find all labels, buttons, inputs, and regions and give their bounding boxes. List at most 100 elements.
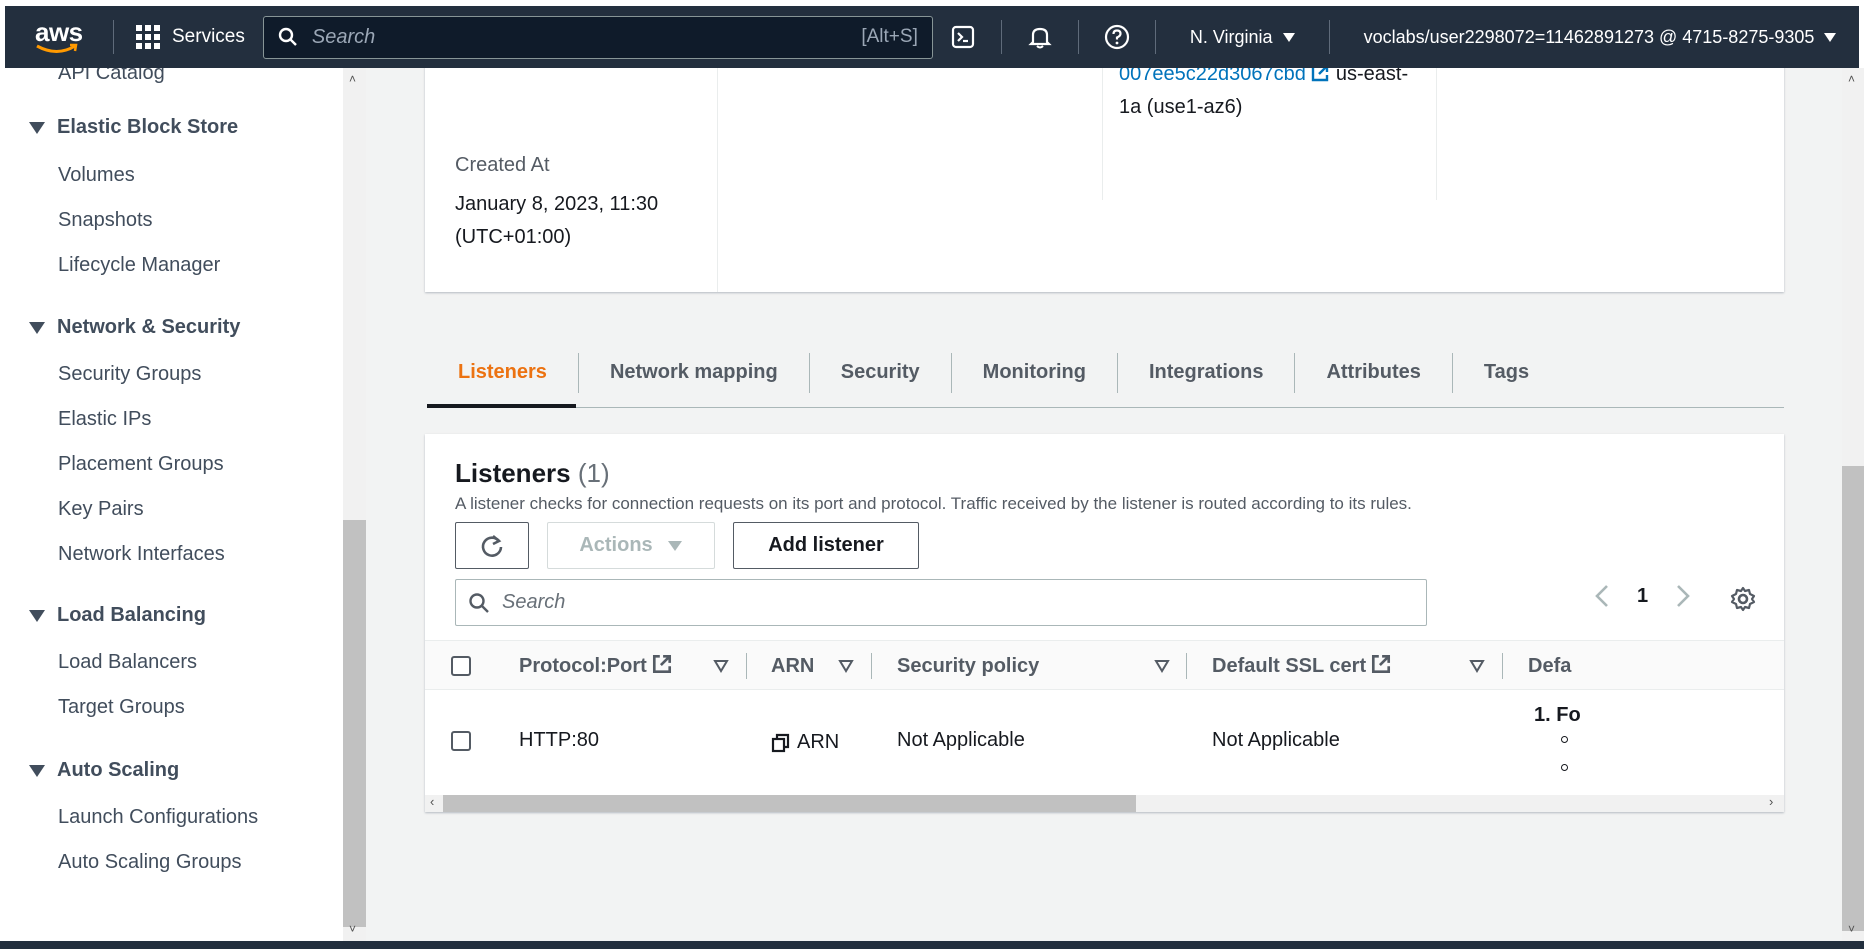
subnet-link[interactable]: 007ee5c22d3067cbd	[1119, 68, 1306, 85]
sidebar-item-load-balancers[interactable]: Load Balancers	[58, 651, 197, 674]
listeners-count: (1)	[577, 458, 610, 488]
table-settings-button[interactable]	[1730, 586, 1756, 617]
sidebar-item-snapshots[interactable]: Snapshots	[58, 209, 153, 232]
account-label: voclabs/user2298072=11462891273 @ 4715-8…	[1363, 26, 1815, 47]
column-header-default-action[interactable]: Defa	[1528, 641, 1571, 691]
listeners-panel: Listeners (1) A listener checks for conn…	[425, 434, 1784, 812]
sidebar-item-launch-configurations[interactable]: Launch Configurations	[58, 806, 258, 829]
sidebar-scrollbar-thumb[interactable]	[343, 520, 366, 927]
column-divider	[717, 68, 718, 292]
external-link-icon[interactable]	[1310, 68, 1330, 83]
sidebar-item-network-interfaces[interactable]: Network Interfaces	[58, 543, 225, 566]
tab-attributes[interactable]: Attributes	[1295, 352, 1453, 393]
sidebar-item-api-catalog[interactable]: API Catalog	[58, 68, 165, 85]
scroll-left-icon[interactable]: ‹	[430, 794, 434, 809]
top-navigation: aws Services Search [Alt+S] N. Virginia …	[0, 0, 1864, 68]
column-divider[interactable]	[746, 653, 747, 679]
cloudshell-button[interactable]	[933, 9, 993, 65]
caret-down-icon	[29, 609, 45, 622]
default-action-value: 1. Fo	[1534, 704, 1581, 726]
column-header-default-ssl-cert[interactable]: Default SSL cert	[1212, 641, 1398, 691]
pagination: 1	[1595, 584, 1690, 608]
listeners-search-input[interactable]: Search	[455, 579, 1427, 626]
sidebar-item-elastic-ips[interactable]: Elastic IPs	[58, 408, 151, 431]
chevron-left-icon[interactable]	[1595, 584, 1609, 608]
aws-logo[interactable]: aws	[13, 9, 105, 65]
scroll-right-icon[interactable]: ›	[1769, 794, 1773, 809]
column-header-arn[interactable]: ARN	[771, 641, 814, 691]
caret-down-icon	[29, 764, 45, 777]
sidebar-item-security-groups[interactable]: Security Groups	[58, 363, 201, 386]
sidebar-item-key-pairs[interactable]: Key Pairs	[58, 498, 144, 521]
sidebar-section-load-balancing[interactable]: Load Balancing	[29, 604, 206, 627]
nav-divider	[1077, 20, 1079, 54]
table-horizontal-scrollbar[interactable]: ‹ ›	[425, 794, 1784, 812]
tab-tags[interactable]: Tags	[1453, 353, 1560, 393]
copy-arn-button[interactable]: ARN	[771, 731, 839, 754]
table-header: Protocol:Port ARN Security policy Defaul…	[425, 640, 1784, 690]
notifications-button[interactable]	[1010, 9, 1070, 65]
tab-listeners[interactable]: Listeners	[427, 352, 579, 393]
sort-icon[interactable]	[713, 659, 729, 673]
sidebar-item-target-groups[interactable]: Target Groups	[58, 696, 185, 719]
sidebar-scrollbar[interactable]: ˄ ˅	[343, 68, 366, 941]
column-divider	[1102, 68, 1103, 200]
column-header-protocol-port[interactable]: Protocol:Port	[519, 641, 679, 691]
ssl-cert-value: Not Applicable	[1212, 729, 1340, 751]
tab-network-mapping[interactable]: Network mapping	[579, 352, 810, 393]
subnet-value: 007ee5c22d3067cbd us-east-1a (use1-az6)	[1119, 68, 1409, 124]
region-selector[interactable]: N. Virginia	[1164, 9, 1321, 65]
account-menu[interactable]: voclabs/user2298072=11462891273 @ 4715-8…	[1338, 9, 1847, 65]
column-divider[interactable]	[1502, 653, 1503, 679]
scroll-up-icon[interactable]: ˄	[1848, 73, 1858, 85]
protocol-port-link[interactable]: HTTP:80	[519, 729, 599, 752]
global-search-input[interactable]: Search [Alt+S]	[262, 15, 933, 59]
sidebar: API Catalog Elastic Block Store Volumes …	[0, 68, 343, 941]
sidebar-section-auto-scaling[interactable]: Auto Scaling	[29, 759, 179, 782]
table-scrollbar-thumb[interactable]	[443, 795, 1136, 812]
sidebar-item-auto-scaling-groups[interactable]: Auto Scaling Groups	[58, 851, 241, 874]
help-button[interactable]	[1087, 9, 1147, 65]
sort-icon[interactable]	[838, 659, 854, 673]
caret-down-icon	[1824, 32, 1837, 42]
scroll-down-icon[interactable]: ˅	[1848, 923, 1858, 935]
current-page[interactable]: 1	[1637, 585, 1648, 608]
column-divider[interactable]	[1186, 653, 1187, 679]
main-content: 007ee5c22d3067cbd us-east-1a (use1-az6) C…	[366, 68, 1842, 941]
tab-integrations[interactable]: Integrations	[1118, 352, 1296, 393]
scroll-down-icon[interactable]: ˅	[349, 923, 359, 935]
details-tabs: Listeners Network mapping Security Monit…	[427, 338, 1784, 408]
bullet-icon	[1561, 764, 1568, 771]
scroll-up-icon[interactable]: ˄	[349, 73, 359, 85]
arn-label: ARN	[797, 731, 840, 753]
sidebar-item-volumes[interactable]: Volumes	[58, 164, 135, 187]
sidebar-section-title: Auto Scaling	[57, 759, 180, 781]
search-shortcut: [Alt+S]	[861, 26, 918, 47]
sort-icon[interactable]	[1154, 659, 1170, 673]
nav-divider	[1328, 20, 1330, 54]
main-scrollbar-thumb[interactable]	[1842, 466, 1864, 931]
column-divider[interactable]	[871, 653, 872, 679]
nav-divider	[1000, 20, 1002, 54]
tab-security[interactable]: Security	[810, 352, 952, 393]
refresh-icon	[481, 534, 503, 557]
sidebar-item-placement-groups[interactable]: Placement Groups	[58, 453, 224, 476]
nav-divider	[113, 20, 114, 54]
security-policy-value: Not Applicable	[897, 729, 1025, 751]
actions-button[interactable]: Actions	[547, 522, 715, 569]
sidebar-section-elastic-block-store[interactable]: Elastic Block Store	[29, 116, 238, 139]
services-menu-button[interactable]: Services	[122, 9, 259, 65]
main-scrollbar[interactable]: ˄ ˅	[1842, 68, 1864, 941]
sidebar-item-lifecycle-manager[interactable]: Lifecycle Manager	[58, 254, 220, 277]
sidebar-section-network-security[interactable]: Network & Security	[29, 316, 240, 339]
sort-icon[interactable]	[1469, 659, 1485, 673]
tab-monitoring[interactable]: Monitoring	[952, 352, 1118, 393]
bullet-icon	[1561, 736, 1568, 743]
column-header-security-policy[interactable]: Security policy	[897, 641, 1039, 691]
row-checkbox[interactable]	[451, 731, 471, 751]
column-divider	[1436, 68, 1437, 200]
add-listener-button[interactable]: Add listener	[733, 522, 919, 569]
select-all-checkbox[interactable]	[451, 656, 471, 676]
chevron-right-icon[interactable]	[1676, 584, 1690, 608]
refresh-button[interactable]	[455, 522, 529, 569]
